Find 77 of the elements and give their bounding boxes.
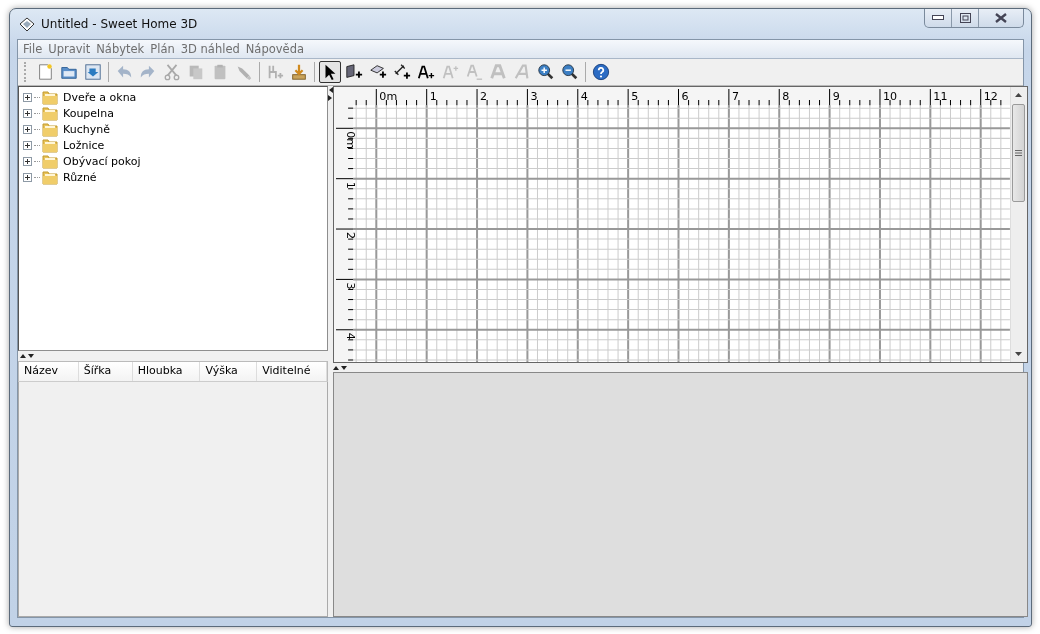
column-header[interactable]: Šířka [78, 362, 133, 381]
window-title: Untitled - Sweet Home 3D [41, 17, 198, 31]
scroll-up-icon[interactable] [1014, 91, 1024, 100]
folder-icon [42, 105, 58, 121]
scissors-icon [163, 63, 181, 81]
ruler-label: 1 [344, 181, 358, 189]
ruler-label: 0m [379, 90, 398, 104]
tree-item[interactable]: Různé [63, 170, 97, 184]
text-smaller-icon [465, 63, 483, 81]
wall-plus-icon [345, 63, 363, 81]
expand-icon[interactable] [23, 156, 32, 166]
tree-item[interactable]: Ložnice [63, 138, 105, 152]
folder-icon [42, 89, 58, 105]
ruler-label: 1 [429, 90, 437, 104]
dimension-plus-icon [393, 63, 411, 81]
folder-icon [42, 169, 58, 185]
ruler-label: 0m [344, 131, 358, 150]
scroll-down-icon[interactable] [1014, 349, 1024, 358]
minimize-icon [932, 15, 944, 21]
room-plus-icon [369, 63, 387, 81]
splitter-arrows-icon[interactable] [333, 364, 347, 371]
expand-icon[interactable] [23, 124, 32, 134]
column-header[interactable]: Viditelné [257, 362, 327, 381]
bold-icon [489, 63, 507, 81]
ruler-label: 4 [344, 332, 358, 340]
scroll-thumb[interactable] [1012, 104, 1026, 202]
text-icon [417, 63, 435, 81]
toolbar-button[interactable] [590, 61, 612, 83]
ruler-label: 3 [344, 282, 358, 290]
folder-icon [42, 121, 58, 137]
ruler-label: 2 [480, 90, 488, 104]
text-larger-icon [441, 63, 459, 81]
close-icon [995, 13, 1007, 23]
import-icon [290, 63, 308, 81]
menu-item[interactable]: 3D náhled [177, 42, 243, 56]
italic-icon [513, 63, 531, 81]
expand-icon[interactable] [23, 108, 32, 118]
ruler-label: 7 [731, 90, 739, 104]
menu-item[interactable]: Nápověda [242, 42, 307, 56]
folder-icon [42, 137, 58, 153]
folder-icon [42, 153, 58, 169]
tree-item[interactable]: Dveře a okna [63, 90, 137, 104]
toolbar-button[interactable] [319, 61, 341, 83]
ruler-label: 8 [782, 90, 790, 104]
menu-item[interactable]: Plán [147, 42, 178, 56]
column-header[interactable]: Výška [200, 362, 258, 381]
page-icon [36, 63, 54, 81]
grip-icon [1015, 150, 1023, 156]
expand-icon[interactable] [23, 140, 32, 150]
ruler-label: 12 [983, 90, 998, 104]
column-header[interactable]: Hloubka [132, 362, 201, 381]
ruler-label: 10 [883, 90, 898, 104]
ruler-label: 6 [681, 90, 689, 104]
ruler-label: 11 [933, 90, 948, 104]
help-icon [592, 63, 610, 81]
menu-item[interactable]: Upravit [45, 42, 94, 56]
ruler-label: 3 [530, 90, 538, 104]
ruler-label: 5 [631, 90, 639, 104]
expand-icon[interactable] [23, 92, 32, 102]
maximize-icon [959, 13, 971, 23]
app-icon [19, 16, 35, 32]
zoom-out-icon [561, 63, 579, 81]
menu-item[interactable]: File [20, 42, 46, 56]
splitter-arrows-icon[interactable] [328, 87, 333, 101]
tree-item[interactable]: Koupelna [63, 106, 114, 120]
tree-item[interactable]: Obývací pokoj [63, 154, 141, 168]
splitter-arrows-icon[interactable] [20, 353, 34, 359]
copy-icon [187, 63, 205, 81]
ruler-label: 2 [344, 232, 358, 240]
column-header[interactable]: Název [19, 362, 79, 381]
ruler-label: 9 [832, 90, 840, 104]
menu-item[interactable]: Nábytek [93, 42, 148, 56]
expand-icon[interactable] [23, 172, 32, 182]
zoom-in-icon [537, 63, 555, 81]
ruler-label: 4 [580, 90, 588, 104]
save-icon [84, 63, 102, 81]
tree-item[interactable]: Kuchyně [63, 122, 110, 136]
